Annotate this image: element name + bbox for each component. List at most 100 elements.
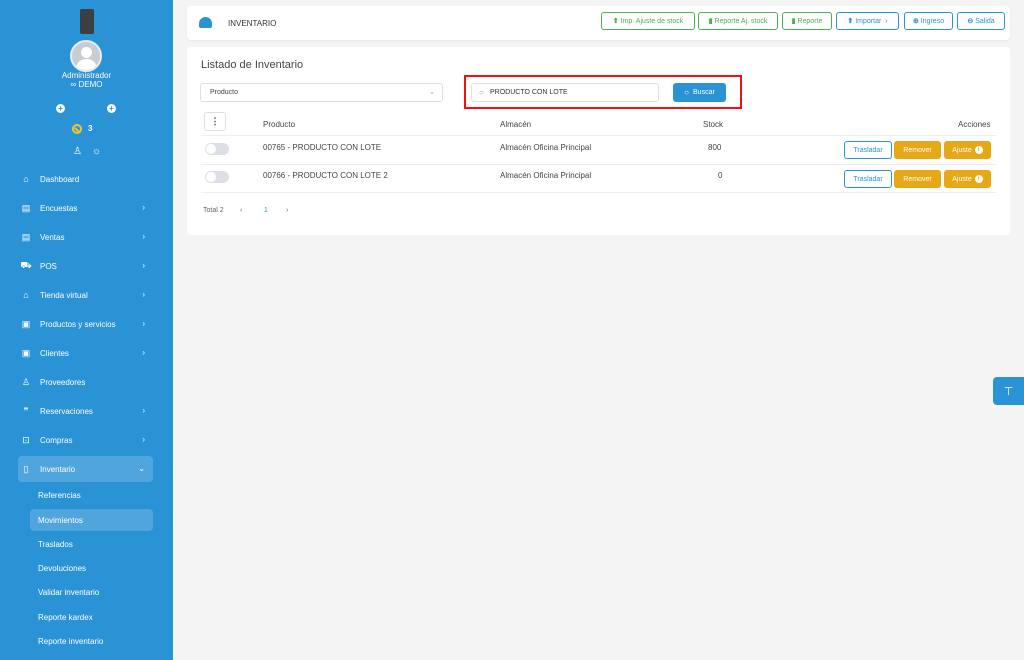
sidebar-item-inventario[interactable]: ▯ Inventario ⌄ (18, 456, 153, 482)
header-acciones: Acciones (958, 120, 991, 129)
cell-producto: 00766 - PRODUCTO CON LOTE 2 (263, 171, 388, 180)
sidebar-item-tienda-virtual[interactable]: ⌂ Tienda virtual › (18, 282, 153, 308)
column-menu-button[interactable]: ⋮ (204, 112, 226, 131)
chevron-down-icon: ⌄ (138, 464, 145, 473)
sidebar-item-encuestas[interactable]: ▤ Encuestas › (18, 195, 153, 221)
document-icon: ▤ (21, 231, 31, 242)
sidebar-item-label: Productos y servicios (40, 319, 116, 329)
user-company: ∞ DEMO (70, 80, 103, 89)
chevron-right-icon: › (142, 203, 145, 212)
box-icon: ▣ (21, 318, 31, 329)
lock-icon[interactable]: ♙ (73, 146, 82, 157)
sidebar-item-proveedores[interactable]: ♙ Proveedores (18, 369, 153, 395)
add-left-icon[interactable]: + (56, 104, 65, 113)
plus-circle-icon: ⊕ (912, 18, 919, 25)
cell-stock: 0 (718, 171, 723, 180)
sidebar-subitem-traslados[interactable]: Traslados (30, 533, 153, 555)
sidebar-item-label: Reservaciones (40, 406, 93, 416)
chevron-right-icon: › (142, 435, 145, 444)
sidebar-subitem-devoluciones[interactable]: Devoluciones (30, 557, 153, 579)
search-button[interactable]: ○ Buscar (673, 83, 726, 102)
report-button[interactable]: ▮ Reporte (782, 12, 832, 30)
minus-circle-icon: ⊖ (967, 18, 974, 25)
cell-stock: 800 (708, 143, 722, 152)
add-right-icon[interactable]: + (107, 104, 116, 113)
sidebar-subitem-movimientos[interactable]: Movimientos (30, 509, 153, 531)
store-icon: ⌂ (23, 290, 29, 300)
header-almacen: Almacén (500, 120, 532, 129)
filter-select[interactable]: Producto ⌄ (200, 83, 443, 102)
file-icon: ▮ (791, 18, 796, 25)
import-stock-adjustment-button[interactable]: ⬆ Imp. Ajuste de stock (601, 12, 695, 30)
ajuste-button[interactable]: Ajuste i (944, 141, 991, 159)
lightbulb-icon[interactable]: ☼ (92, 146, 101, 157)
card-title: Listado de Inventario (201, 59, 304, 71)
book-icon: ▯ (23, 463, 29, 474)
user-icon: ♙ (21, 376, 31, 387)
ingreso-button[interactable]: ⊕ Ingreso (904, 12, 953, 30)
remover-button[interactable]: Remover (894, 141, 941, 159)
ajuste-button[interactable]: Ajuste i (944, 170, 991, 188)
chevron-right-icon: › (142, 232, 145, 241)
sidebar-subitem-reporte-inventario[interactable]: Reporte inventario (30, 630, 153, 652)
page-header: INVENTARIO ⬆ Imp. Ajuste de stock ▮ Repo… (187, 6, 1010, 40)
upload-icon: ⬆ (612, 18, 619, 25)
purchase-icon: ⊡ (22, 434, 30, 445)
dashboard-gauge-icon (199, 17, 212, 28)
stock-adjustment-report-button[interactable]: ▮ Reporte Aj. stock (698, 12, 778, 30)
salida-button[interactable]: ⊖ Salida (957, 12, 1005, 30)
chevron-right-icon: › (142, 319, 145, 328)
box-icon: ▣ (21, 347, 31, 358)
chevron-right-icon: › (142, 348, 145, 357)
search-icon: ○ (684, 88, 690, 97)
sidebar-item-compras[interactable]: ⊡ Compras › (18, 427, 153, 453)
sidebar-item-label: POS (40, 261, 57, 271)
pagination-prev[interactable]: ‹ (240, 207, 242, 214)
row-toggle[interactable] (205, 143, 229, 155)
sidebar-subitem-reporte-kardex[interactable]: Reporte kardex (30, 606, 153, 628)
user-role: Administrador (61, 71, 112, 80)
sidebar-subitem-referencias[interactable]: Referencias (30, 484, 153, 506)
document-icon: ▤ (21, 202, 31, 213)
alert-count: 3 (88, 124, 93, 133)
import-button[interactable]: ⬆ Importar › (836, 12, 899, 30)
trasladar-button[interactable]: Trasladar (844, 141, 892, 159)
paint-roller-icon[interactable]: ⊤ (993, 377, 1024, 405)
trasladar-button[interactable]: Trasladar (844, 170, 892, 188)
divider (201, 135, 996, 136)
chevron-down-icon: ⌄ (429, 89, 435, 96)
sidebar: Administrador ∞ DEMO + + 3 ♙ ☼ ⌂ Dashboa… (0, 0, 173, 660)
search-input[interactable]: ○ PRODUCTO CON LOTE (471, 83, 659, 102)
page-title: INVENTARIO (228, 19, 277, 28)
cell-almacen: Almacén Oficina Principal (500, 171, 592, 180)
home-icon: ⌂ (23, 174, 29, 184)
upload-icon: ⬆ (847, 18, 854, 25)
info-icon: i (974, 146, 983, 154)
pagination-next[interactable]: › (286, 207, 288, 214)
sidebar-item-label: Compras (40, 435, 73, 445)
sidebar-item-clientes[interactable]: ▣ Clientes › (18, 340, 153, 366)
inventory-card: Listado de Inventario Producto ⌄ ○ PRODU… (187, 47, 1010, 235)
chevron-right-icon: › (885, 17, 888, 25)
header-producto: Producto (263, 120, 296, 129)
sidebar-item-label: Clientes (40, 348, 69, 358)
remover-button[interactable]: Remover (894, 170, 941, 188)
sidebar-item-pos[interactable]: ⛟ POS › (18, 253, 153, 279)
sidebar-item-reservaciones[interactable]: ❞ Reservaciones › (18, 398, 153, 424)
sidebar-item-label: Dashboard (40, 174, 80, 184)
cell-producto: 00765 - PRODUCTO CON LOTE (263, 143, 382, 152)
info-icon: i (974, 175, 983, 183)
sidebar-item-label: Ventas (40, 232, 65, 242)
sidebar-item-productos[interactable]: ▣ Productos y servicios › (18, 311, 153, 337)
sidebar-item-label: Encuestas (40, 203, 78, 213)
avatar[interactable] (70, 40, 102, 72)
sidebar-item-label: Proveedores (40, 377, 86, 387)
sidebar-item-ventas[interactable]: ▤ Ventas › (18, 224, 153, 250)
sidebar-subitem-validar-inventario[interactable]: Validar inventario (30, 581, 153, 603)
pagination-page[interactable]: 1 (264, 207, 268, 214)
sidebar-item-label: Tienda virtual (40, 290, 88, 300)
sidebar-item-label: Inventario (40, 464, 76, 474)
ban-icon[interactable] (72, 124, 82, 134)
row-toggle[interactable] (205, 171, 229, 183)
sidebar-item-dashboard[interactable]: ⌂ Dashboard (18, 166, 153, 192)
